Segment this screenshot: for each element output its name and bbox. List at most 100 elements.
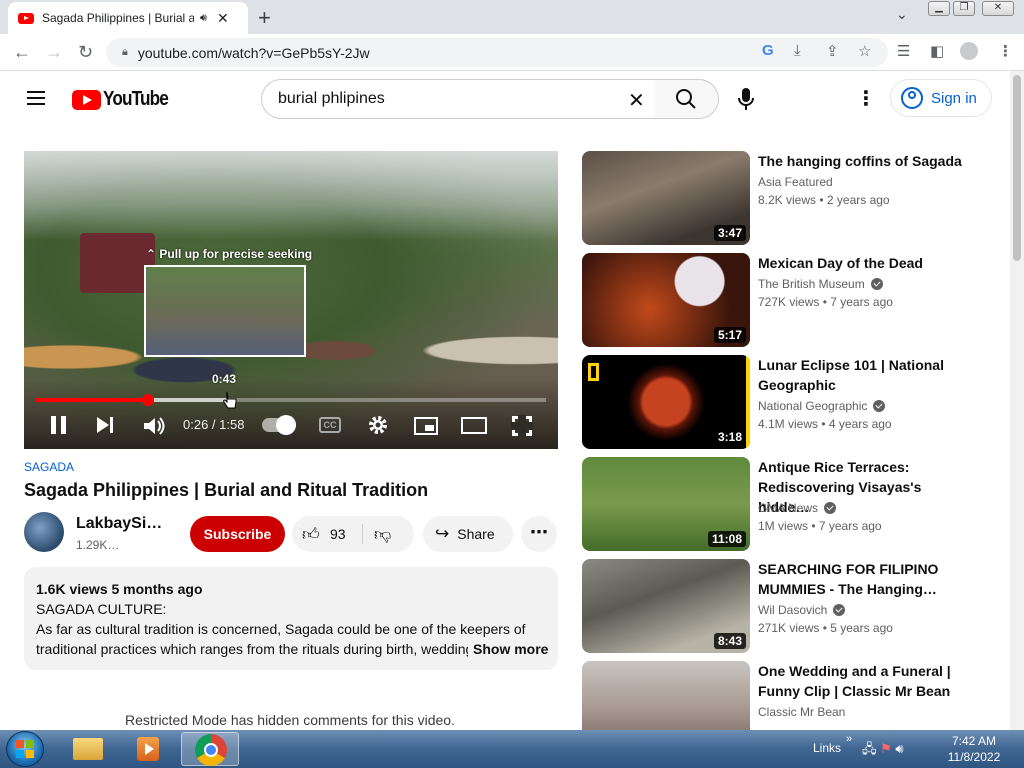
windows-taskbar: Links » 🖧︎ ⚑ 🔊︎ 7:42 AM 11/8/2022 [0, 730, 1024, 768]
more-actions-icon[interactable]: ⋯ [521, 516, 557, 552]
like-count[interactable]: 93 [330, 526, 346, 542]
youtube-logo[interactable]: YouTube [72, 88, 179, 111]
video-hashtag[interactable]: SAGADA [24, 460, 74, 474]
share-button[interactable]: ↪ Share [423, 516, 513, 552]
bookmark-star-icon[interactable]: ☆ [858, 42, 871, 60]
subtitles-cc-button[interactable]: CC [319, 417, 341, 433]
browser-toolbar: ← → ↻ 🔒︎ youtube.com/watch?v=GePb5sY-2Jw… [0, 34, 1024, 71]
taskbar-media-player[interactable] [118, 732, 176, 766]
search-icon [676, 89, 696, 109]
profile-avatar-icon[interactable] [960, 42, 978, 60]
recommended-channel[interactable]: Classic Mr Bean [758, 705, 845, 719]
search-button[interactable] [655, 79, 719, 119]
links-chevron-icon[interactable]: » [846, 733, 852, 745]
close-window-button[interactable]: ✕ [982, 1, 1014, 16]
restricted-mode-notice: Restricted Mode has hidden comments for … [125, 712, 455, 728]
install-app-icon[interactable]: ⤓ [794, 42, 801, 59]
search-input[interactable]: burial phlipines [261, 79, 656, 119]
clear-search-icon[interactable]: ✕ [628, 88, 645, 113]
tab-search-chevron-icon[interactable]: ⌄ [896, 6, 908, 23]
video-duration: 3:47 [713, 225, 746, 241]
recommended-channel[interactable]: GMA News [758, 501, 837, 515]
recommended-title[interactable]: Lunar Eclipse 101 | National Geographic [758, 355, 968, 395]
recommended-title[interactable]: Mexican Day of the Dead [758, 253, 968, 273]
seek-preview-thumbnail [144, 265, 306, 357]
subscribe-button[interactable]: Subscribe [190, 516, 285, 552]
recommended-video[interactable]: 3:47 The hanging coffins of Sagada Asia Fe… [582, 151, 1002, 245]
links-toolbar[interactable]: Links [813, 741, 841, 755]
recommended-thumbnail[interactable]: 11:08 [582, 457, 750, 551]
system-tray: 🖧︎ ⚑ 🔊︎ [862, 740, 904, 762]
recommended-channel[interactable]: National Geographic [758, 399, 886, 413]
forward-arrow-icon[interactable]: → [45, 42, 63, 63]
recommended-channel[interactable]: Asia Featured [758, 175, 833, 189]
taskbar-clock[interactable]: 7:42 AM 11/8/2022 [944, 733, 1004, 765]
tab-close-icon[interactable]: ✕ [217, 10, 229, 27]
next-video-icon[interactable] [97, 416, 115, 434]
minimize-button[interactable]: ▁ [928, 1, 950, 16]
recommended-title[interactable]: SEARCHING FOR FILIPINO MUMMIES - The Han… [758, 559, 968, 599]
new-tab-button[interactable]: + [258, 5, 271, 31]
video-player[interactable]: ⌃ Pull up for precise seeking 0:43 0:26 … [24, 151, 558, 449]
restore-button[interactable]: ❐ [953, 1, 975, 16]
autoplay-toggle[interactable] [262, 415, 296, 435]
show-more-button[interactable]: Show more [473, 639, 549, 659]
lock-icon[interactable]: 🔒︎ [122, 46, 128, 59]
browser-menu-icon[interactable]: ⋮ [998, 42, 1013, 60]
reload-icon[interactable]: ↻ [78, 42, 93, 63]
page-scrollbar[interactable] [1010, 71, 1024, 730]
sign-in-button[interactable]: Sign in [890, 79, 992, 117]
media-control-icon[interactable]: ☰ [897, 42, 910, 60]
recommended-thumbnail[interactable]: 3:18 [582, 355, 750, 449]
volume-icon[interactable] [143, 416, 165, 436]
recommended-channel[interactable]: The British Museum [758, 277, 883, 291]
side-panel-icon[interactable]: ◧ [930, 42, 944, 60]
verified-check-icon [873, 400, 886, 412]
recommended-thumbnail[interactable]: 8:43 [582, 559, 750, 653]
natgeo-logo-icon [588, 363, 599, 381]
description-line-3: traditional practices which ranges from … [36, 641, 468, 657]
channel-avatar[interactable] [24, 512, 64, 552]
start-button[interactable] [6, 731, 44, 767]
progress-bar[interactable] [36, 394, 546, 406]
recommended-video[interactable]: 5:17 Mexican Day of the Dead The British M… [582, 253, 1002, 347]
folder-icon [73, 738, 103, 760]
share-page-icon[interactable]: ⇪ [826, 42, 839, 60]
back-arrow-icon[interactable]: ← [13, 42, 31, 63]
voice-search-mic-icon[interactable] [736, 87, 756, 117]
taskbar-file-explorer[interactable] [57, 732, 115, 766]
description-box[interactable]: 1.6K views 5 months ago SAGADA CULTURE: … [24, 567, 558, 670]
recommended-video[interactable]: 8:43 SEARCHING FOR FILIPINO MUMMIES - The… [582, 559, 1002, 653]
thumbs-down-icon[interactable]: 👎︎ [374, 524, 391, 545]
channel-name[interactable]: LakbaySiklista [76, 515, 171, 533]
hamburger-menu-icon[interactable] [27, 91, 45, 105]
settings-dots-icon[interactable]: ⋮ [856, 86, 876, 111]
taskbar-chrome[interactable] [181, 732, 239, 766]
network-icon[interactable]: 🖧︎ [862, 741, 877, 756]
speaker-volume-icon[interactable]: 🔊︎ [895, 741, 903, 756]
recommended-video[interactable]: 3:18 Lunar Eclipse 101 | National Geograp… [582, 355, 1002, 449]
recommended-thumbnail[interactable]: 5:17 [582, 253, 750, 347]
scrollbar-thumb[interactable] [1013, 75, 1021, 261]
theater-mode-icon[interactable] [461, 417, 487, 434]
recommended-channel[interactable]: Wil Dasovich [758, 603, 846, 617]
browser-tab-strip: Sagada Philippines | Burial and Ritual T… [0, 0, 1024, 34]
browser-tab[interactable]: Sagada Philippines | Burial and Ritual T… [8, 2, 248, 34]
recommended-video[interactable]: 11:08 Antique Rice Terraces: Rediscoverin… [582, 457, 1002, 551]
recommended-title[interactable]: One Wedding and a Funeral | Funny Clip |… [758, 661, 968, 701]
account-icon [901, 87, 923, 109]
fullscreen-icon[interactable] [511, 415, 533, 437]
thumbs-up-icon[interactable]: 👍︎ [302, 524, 320, 545]
miniplayer-icon[interactable] [414, 417, 438, 435]
pause-icon[interactable] [51, 416, 66, 434]
tab-audio-icon[interactable]: 🔊︎ [200, 12, 207, 25]
settings-gear-icon[interactable] [367, 414, 389, 436]
recommended-thumbnail[interactable]: 3:47 [582, 151, 750, 245]
time-display: 0:26 / 1:58 [183, 417, 245, 432]
recommended-title[interactable]: The hanging coffins of Sagada [758, 151, 968, 171]
google-translate-icon[interactable]: G [762, 42, 774, 59]
clock-time: 7:42 AM [951, 734, 997, 748]
recommended-channel-name: Classic Mr Bean [758, 705, 846, 719]
chrome-icon [195, 734, 227, 766]
action-center-flag-icon[interactable]: ⚑ [880, 741, 892, 756]
